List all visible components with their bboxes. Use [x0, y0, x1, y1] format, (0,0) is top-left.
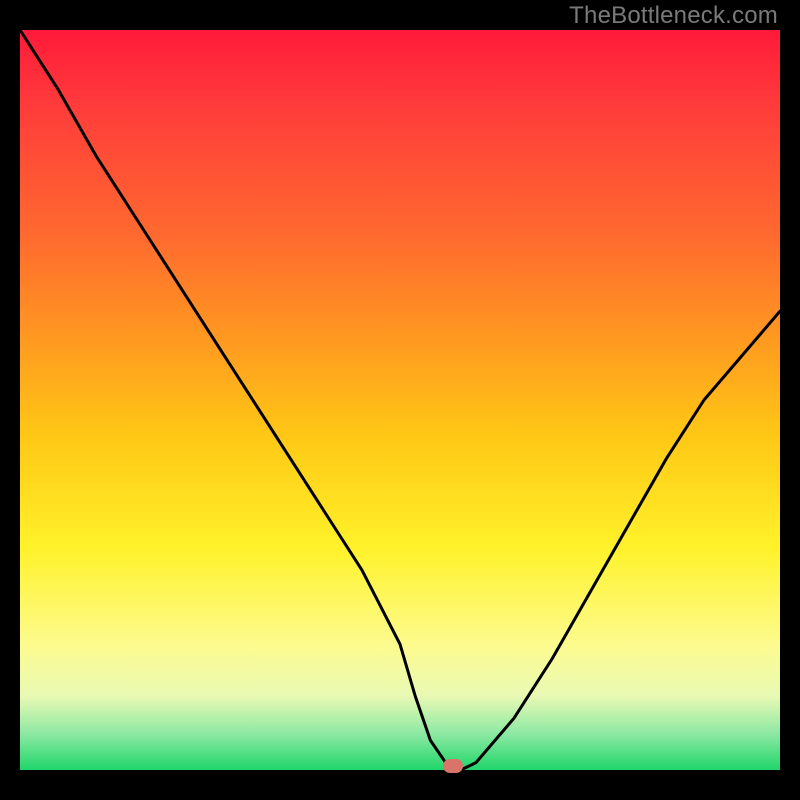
bottleneck-marker: [443, 759, 463, 773]
plot-area: [20, 30, 780, 770]
line-curve: [20, 30, 780, 770]
chart-container: TheBottleneck.com: [0, 0, 800, 800]
watermark-text: TheBottleneck.com: [569, 2, 778, 30]
